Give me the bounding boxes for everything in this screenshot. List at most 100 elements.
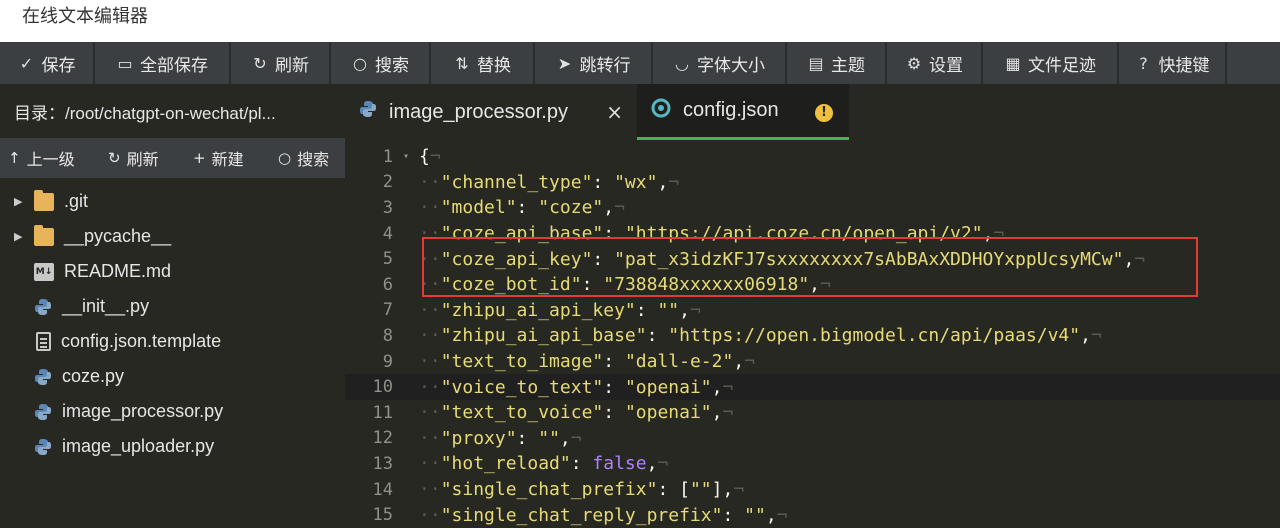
directory-path: 目录：/root/chatgpt-on-wechat/pl... [14,103,276,123]
code-token: "channel_type" [440,171,593,193]
code-line[interactable]: 8 ··"zhipu_ai_api_base": "https://open.bi… [345,323,1280,349]
code-line[interactable]: 13 ··"hot_reload": false,¬ [345,451,1280,477]
file-name: coze.py [62,366,125,386]
markdown-icon: M↓ [34,262,54,281]
gear-button[interactable]: ⚙ 设置 [887,42,983,84]
code-line[interactable]: 11 ··"text_to_voice": "openai",¬ [345,400,1280,426]
code-token: , [809,274,821,296]
indent-marker: ·· [419,248,441,270]
footprint-button[interactable]: ▦ 文件足迹 [983,42,1119,84]
close-icon[interactable]: × [606,100,623,124]
theme-button[interactable]: ▤ 主题 [787,42,887,84]
save-button[interactable]: ✓ 保存 [0,42,95,84]
code-token: , [982,223,994,245]
code-line[interactable]: 10 ··"voice_to_text": "openai",¬ [345,374,1280,400]
code-token: : [603,351,625,373]
code-token: "coze_api_base" [440,223,604,245]
line-number: 1 [382,146,393,167]
line-number: 13 [372,453,393,474]
code-editor[interactable]: 1 ▾ {¬ 2 ··"channel_type": "wx",¬ 3 ··"model":… [345,140,1280,528]
file-item[interactable]: config.json.template [0,324,345,359]
code-text: ··"coze_api_key": "pat_x3idzKFJ7sxxxxxxx… [415,249,1145,270]
code-token: false [592,453,647,475]
code-token: "738848xxxxxx06918" [603,274,810,296]
newline-marker: ¬ [429,146,441,168]
code-token: "coze" [538,197,604,219]
toolbar: ✓ 保存 ▭ 全部保存 ↻ 刷新 ○ 搜索 ⇅ 替换 ➤ 跳转行 ◡ 字体大小 ▤ 主题 ⚙ 设置 ▦ 文件足迹? 快捷… [0,42,1280,84]
code-token: : [581,274,604,296]
folder-icon [34,224,54,246]
code-token: , [657,171,669,193]
code-token: "" [744,504,766,526]
code-token: ], [711,479,734,501]
font-size-icon: ◡ [675,53,689,73]
line-number: 4 [382,223,393,244]
code-token: : [603,376,625,398]
search-action[interactable]: ○ 搜索 [278,138,329,178]
replace-button[interactable]: ⇅ 替换 [431,42,535,84]
code-token: : [603,223,625,245]
fold-arrow-icon[interactable]: ▾ [397,151,415,162]
code-token: : [570,453,593,475]
indent-marker: ·· [419,299,441,321]
code-text: ··"text_to_image": "dall-e-2",¬ [415,351,755,372]
code-line[interactable]: 4 ··"coze_api_base": "https://api.coze.cn… [345,221,1280,247]
line-number: 3 [382,197,393,218]
goto-line-button[interactable]: ➤ 跳转行 [535,42,653,84]
plus-action[interactable]: + 新建 [193,138,244,178]
file-tree: ▶ .git ▶ __pycache__ M↓ README.md __init__.py c… [0,184,345,464]
folder-item[interactable]: ▶ __pycache__ [0,219,345,254]
code-line[interactable]: 14 ··"single_chat_prefix": [""],¬ [345,477,1280,503]
code-token: : [ [657,479,690,501]
code-line[interactable]: 6 ··"coze_bot_id": "738848xxxxxx06918",¬ [345,272,1280,298]
refresh-action[interactable]: ↻ 刷新 [108,138,159,178]
refresh-icon: ↻ [108,149,121,167]
tab-image-processor-py[interactable]: image_processor.py × [345,84,637,140]
goto-line-icon: ➤ [557,53,572,73]
file-item[interactable]: image_processor.py [0,394,345,429]
code-line[interactable]: 5 ··"coze_api_key": "pat_x3idzKFJ7sxxxxxx… [345,246,1280,272]
refresh-button[interactable]: ↻ 刷新 [231,42,331,84]
indent-marker: ·· [419,223,441,245]
search-button[interactable]: ○ 搜索 [331,42,431,84]
toolbar-label: 替换 [477,55,511,75]
code-line[interactable]: 2 ··"channel_type": "wx",¬ [345,170,1280,196]
code-text: ··"text_to_voice": "openai",¬ [415,402,733,423]
code-line[interactable]: 12 ··"proxy": "",¬ [345,426,1280,452]
code-token: "single_chat_prefix" [440,479,658,501]
code-token: "" [689,479,712,501]
file-item[interactable]: M↓ README.md [0,254,345,289]
code-line[interactable]: 15 ··"single_chat_reply_prefix": "",¬ [345,502,1280,528]
newline-marker: ¬ [733,479,745,501]
file-item[interactable]: coze.py [0,359,345,394]
file-item[interactable]: image_uploader.py [0,429,345,464]
code-line[interactable]: 3 ··"model": "coze",¬ [345,195,1280,221]
code-line[interactable]: 1 ▾ {¬ [345,144,1280,170]
code-token: , [711,402,723,424]
tab-config-json[interactable]: config.json! [637,84,849,140]
action-label: 搜索 [297,152,330,169]
code-token: "proxy" [440,427,517,449]
line-number: 10 [372,377,393,398]
code-token: "voice_to_text" [440,376,604,398]
file-item[interactable]: __init__.py [0,289,345,324]
line-number: 14 [372,479,393,500]
sidebar-actions: ↑ 上一级 ↻ 刷新 + 新建 ○ 搜索 [0,138,345,178]
action-label: 上一级 [26,152,75,169]
line-number: 5 [382,249,393,270]
arrow-up-action[interactable]: ↑ 上一级 [8,138,75,178]
help-button[interactable]: ? 快捷键 [1119,42,1227,84]
code-line[interactable]: 7 ··"zhipu_ai_api_key": "",¬ [345,298,1280,324]
code-token: : [603,402,625,424]
python-icon [34,368,52,386]
line-number: 11 [372,402,393,423]
code-line[interactable]: 9 ··"text_to_image": "dall-e-2",¬ [345,349,1280,375]
folder-item[interactable]: ▶ .git [0,184,345,219]
save-all-button[interactable]: ▭ 全部保存 [95,42,231,84]
font-size-button[interactable]: ◡ 字体大小 [653,42,787,84]
indent-marker: ·· [419,504,441,526]
code-token: , [765,504,777,526]
footprint-icon: ▦ [1005,53,1021,73]
newline-marker: ¬ [689,299,701,321]
replace-icon: ⇅ [455,53,469,73]
